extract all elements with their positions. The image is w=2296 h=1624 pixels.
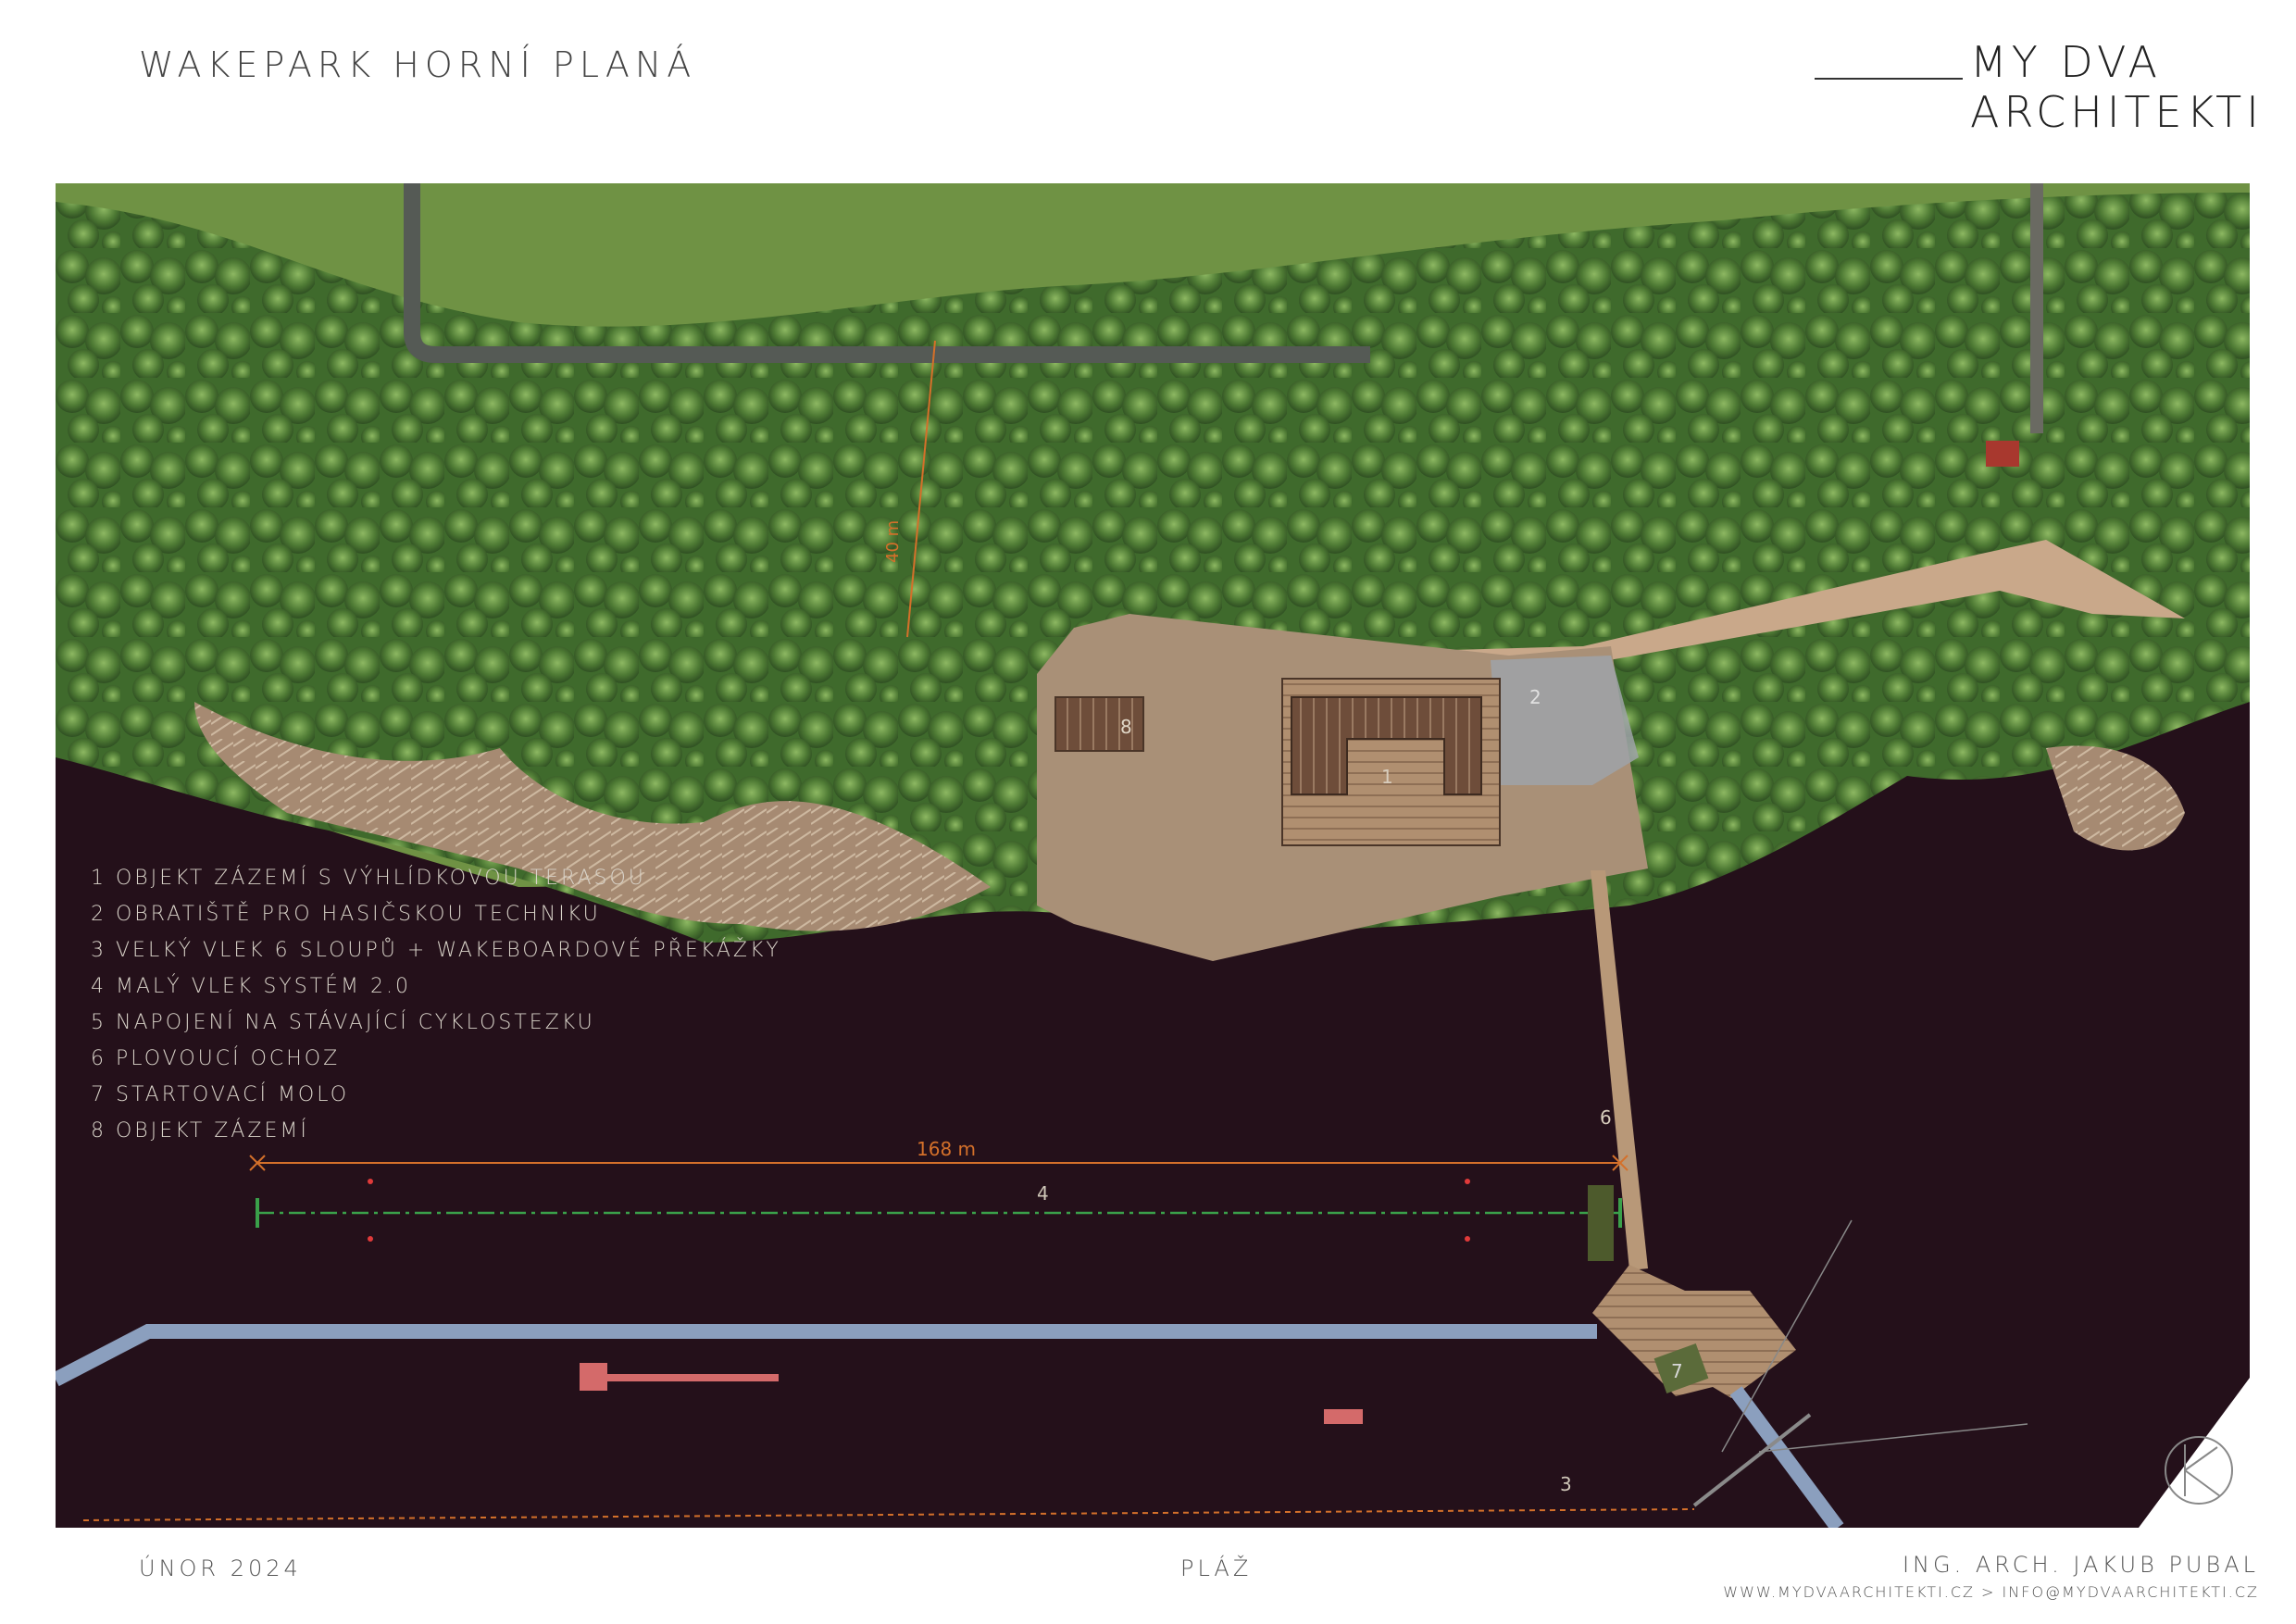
- red-roof-building: [1986, 441, 2019, 467]
- legend-item-6: 6 PLOVOUCÍ OCHOZ: [91, 1047, 341, 1070]
- wakeboard-obstacle: [580, 1363, 607, 1391]
- label-4: 4: [1037, 1182, 1049, 1205]
- label-1: 1: [1381, 766, 1393, 788]
- buoy: [1465, 1179, 1470, 1184]
- footer-website: WWW.MYDVAARCHITEKTI.CZ > INFO@MYDVAARCHI…: [1723, 1583, 2259, 1601]
- page-title: WAKEPARK HORNÍ PLANÁ: [139, 44, 697, 85]
- legend-item-7: 7 STARTOVACÍ MOLO: [91, 1083, 350, 1106]
- small-cable-station: [1588, 1185, 1614, 1261]
- site-plan-map: 40 m 1 2 8 6 7 4 168 m 3: [56, 183, 2250, 1528]
- footer-sheet-name: PLÁŽ: [1180, 1555, 1253, 1581]
- buoy: [368, 1179, 373, 1184]
- footer-date: ÚNOR 2024: [139, 1555, 302, 1581]
- logo-rule: [1815, 78, 1963, 80]
- label-7: 7: [1671, 1360, 1683, 1382]
- logo-text: MY DVA ARCHITEKTI: [1970, 37, 2264, 137]
- buoy: [1465, 1236, 1470, 1242]
- legend-item-4: 4 MALÝ VLEK SYSTÉM 2.0: [91, 975, 412, 998]
- logo: MY DVA ARCHITEKTI: [1815, 37, 2259, 137]
- label-6: 6: [1600, 1106, 1612, 1129]
- dimension-40m-label: 40 m: [883, 520, 903, 563]
- buoy: [368, 1236, 373, 1242]
- label-2: 2: [1529, 686, 1541, 708]
- legend-item-5: 5 NAPOJENÍ NA STÁVAJÍCÍ CYKLOSTEZKU: [91, 1011, 595, 1034]
- label-3: 3: [1560, 1473, 1572, 1495]
- wakeboard-obstacle: [1324, 1409, 1363, 1424]
- legend-item-1: 1 OBJEKT ZÁZEMÍ S VÝHLÍDKOVOU TERASOU: [91, 867, 646, 890]
- footer-author: ING. ARCH. JAKUB PUBAL: [1902, 1552, 2259, 1578]
- legend-item-8: 8 OBJEKT ZÁZEMÍ: [91, 1119, 309, 1143]
- label-8: 8: [1120, 716, 1132, 738]
- legend-item-2: 2 OBRATIŠTĚ PRO HASIČSKOU TECHNIKU: [91, 903, 601, 926]
- legend-item-3: 3 VELKÝ VLEK 6 SLOUPŮ + WAKEBOARDOVÉ PŘE…: [91, 939, 781, 962]
- wakeboard-obstacle: [607, 1374, 779, 1381]
- dimension-168m-label: 168 m: [917, 1138, 976, 1160]
